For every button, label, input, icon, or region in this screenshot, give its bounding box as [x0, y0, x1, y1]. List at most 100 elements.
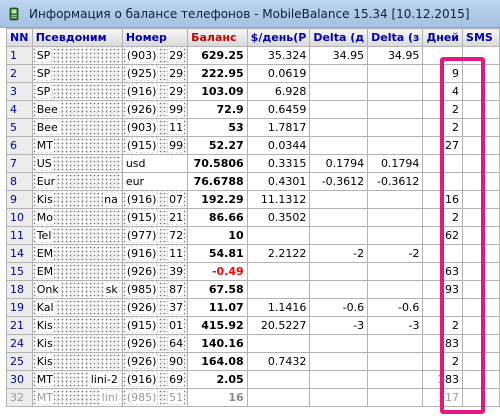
alias-visible-prefix: Kis [35, 319, 54, 332]
phone-number-cell: (916) 69 [121, 370, 189, 389]
column-header-balance[interactable]: Баланс [187, 28, 248, 47]
phone-number-cell: (915) 99 [121, 136, 189, 155]
column-header-alias[interactable]: Псевдоним [31, 28, 123, 47]
table-row[interactable]: 21 Kis (915) 01 415.92 20.5227 -3 -3 2 [6, 316, 500, 335]
column-header-days[interactable]: Дней [422, 28, 464, 47]
table-row[interactable]: 25 Kis (926) 90 164.08 0.7432 2 [6, 352, 500, 371]
column-header-delta-period[interactable]: Delta (з [367, 28, 424, 47]
table-row[interactable]: 8 Eur eur 76.6788 0.4301 -0.3612 -0.3612 [6, 172, 500, 191]
alias-cell: Kis [31, 334, 123, 353]
alias-visible-suffix: lini-2 [89, 373, 119, 386]
alias-cell: MT lini-2 [31, 370, 123, 389]
sms-cell [462, 370, 500, 389]
delta-period-cell [367, 136, 424, 155]
per-day-cell [246, 280, 311, 299]
window-titlebar[interactable]: Информация о балансе телефонов - MobileB… [0, 0, 500, 28]
phone-number-cell: (903) 29 [121, 46, 189, 65]
sms-cell [462, 352, 500, 371]
phone-prefix: (926) [125, 265, 158, 278]
column-header-sms[interactable]: SMS [462, 28, 500, 47]
table-row[interactable]: 30 MT lini-2 (916) 69 2.05 183 [6, 370, 500, 389]
alias-visible-prefix: US [35, 157, 53, 170]
table-row[interactable]: 3 SP (916) 29 103.09 6.928 4 [6, 82, 500, 101]
alias-visible-prefix: SP [35, 85, 52, 98]
table-row[interactable]: 32 MT lini (985) 51 16 117 [6, 388, 500, 407]
delta-period-cell [367, 118, 424, 137]
table-row[interactable]: 24 Kis (926) 64 140.16 83 [6, 334, 500, 353]
sms-cell [462, 172, 500, 191]
phone-prefix: (915) [125, 211, 158, 224]
delta-day-cell: -0.6 [309, 298, 369, 317]
column-header-per-day[interactable]: $/день(Р [246, 28, 311, 47]
table-row[interactable]: 4 Bee (926) 99 72.9 0.6459 2 [6, 100, 500, 119]
balance-cell: 72.9 [187, 100, 248, 119]
sms-cell [462, 280, 500, 299]
delta-day-cell [309, 388, 369, 407]
row-number-cell: 1 [6, 46, 33, 65]
balance-cell: 164.08 [187, 352, 248, 371]
per-day-cell: 0.0619 [246, 64, 311, 83]
table-row[interactable]: 14 EM (916) 11 54.81 2.2122 -2 -2 [6, 244, 500, 263]
balance-cell: 53 [187, 118, 248, 137]
balance-table: NN Псевдоним Номер Баланс $/день(Р Delta… [6, 28, 500, 407]
phone-suffix: 21 [168, 211, 185, 224]
table-row[interactable]: 15 EM (926) 39 -0.49 63 [6, 262, 500, 281]
alias-cell: SP [31, 82, 123, 101]
column-header-delta-day[interactable]: Delta (д [309, 28, 369, 47]
phone-app-icon [6, 6, 22, 22]
days-cell [422, 154, 464, 173]
sms-cell [462, 298, 500, 317]
days-cell: 2 [422, 118, 464, 137]
alias-visible-prefix: MT [35, 391, 54, 404]
phone-prefix: (925) [125, 67, 158, 80]
per-day-cell [246, 370, 311, 389]
balance-cell: 86.66 [187, 208, 248, 227]
alias-cell: MT [31, 136, 123, 155]
delta-period-cell: -2 [367, 244, 424, 263]
alias-cell: Kis [31, 316, 123, 335]
phone-number-cell: usd [121, 154, 189, 173]
alias-visible-suffix: sk [104, 283, 119, 296]
delta-period-cell [367, 262, 424, 281]
table-row[interactable]: 7 US usd 70.5806 0.3315 0.1794 0.1794 [6, 154, 500, 173]
table-row[interactable]: 11 Tel (977) 72 10 62 [6, 226, 500, 245]
table-row[interactable]: 19 Kal (926) 37 11.07 1.1416 -0.6 -0.6 [6, 298, 500, 317]
table-row[interactable]: 9 Kis na (916) 07 192.29 11.1312 16 [6, 190, 500, 209]
table-row[interactable]: 5 Bee (903) 11 53 1.7817 2 [6, 118, 500, 137]
phone-suffix: 72 [168, 229, 185, 242]
alias-cell: Mo [31, 208, 123, 227]
table-row[interactable]: 2 SP (925) 29 222.95 0.0619 9 [6, 64, 500, 83]
alias-visible-prefix: MT [35, 373, 54, 386]
delta-day-cell: -0.3612 [309, 172, 369, 191]
per-day-cell: 6.928 [246, 82, 311, 101]
table-row[interactable]: 1 SP (903) 29 629.25 35.324 34.95 34.95 [6, 46, 500, 65]
balance-cell: 629.25 [187, 46, 248, 65]
alias-cell: Kal [31, 298, 123, 317]
balance-cell: 192.29 [187, 190, 248, 209]
row-number-cell: 9 [6, 190, 33, 209]
balance-grid[interactable]: NN Псевдоним Номер Баланс $/день(Р Delta… [6, 28, 500, 420]
phone-prefix: (926) [125, 337, 158, 350]
per-day-cell: 2.2122 [246, 244, 311, 263]
column-header-number[interactable]: Номер [121, 28, 189, 47]
phone-number-cell: (916) 29 [121, 82, 189, 101]
per-day-cell: 0.6459 [246, 100, 311, 119]
per-day-cell: 11.1312 [246, 190, 311, 209]
delta-period-cell [367, 226, 424, 245]
table-row[interactable]: 10 Mo (915) 21 86.66 0.3502 2 [6, 208, 500, 227]
sms-cell [462, 244, 500, 263]
column-header-nn[interactable]: NN [6, 28, 33, 47]
per-day-cell: 0.4301 [246, 172, 311, 191]
per-day-cell: 0.3315 [246, 154, 311, 173]
phone-suffix: 01 [168, 319, 185, 332]
days-cell: 93 [422, 280, 464, 299]
table-row[interactable]: 6 MT (915) 99 52.27 0.0344 27 [6, 136, 500, 155]
alias-cell: US [31, 154, 123, 173]
alias-visible-prefix: EM [35, 265, 55, 278]
row-number-cell: 6 [6, 136, 33, 155]
delta-period-cell: -0.6 [367, 298, 424, 317]
delta-day-cell: -2 [309, 244, 369, 263]
row-number-cell: 18 [6, 280, 33, 299]
table-row[interactable]: 18 Onk sk (985) 87 67.58 93 [6, 280, 500, 299]
delta-day-cell [309, 190, 369, 209]
